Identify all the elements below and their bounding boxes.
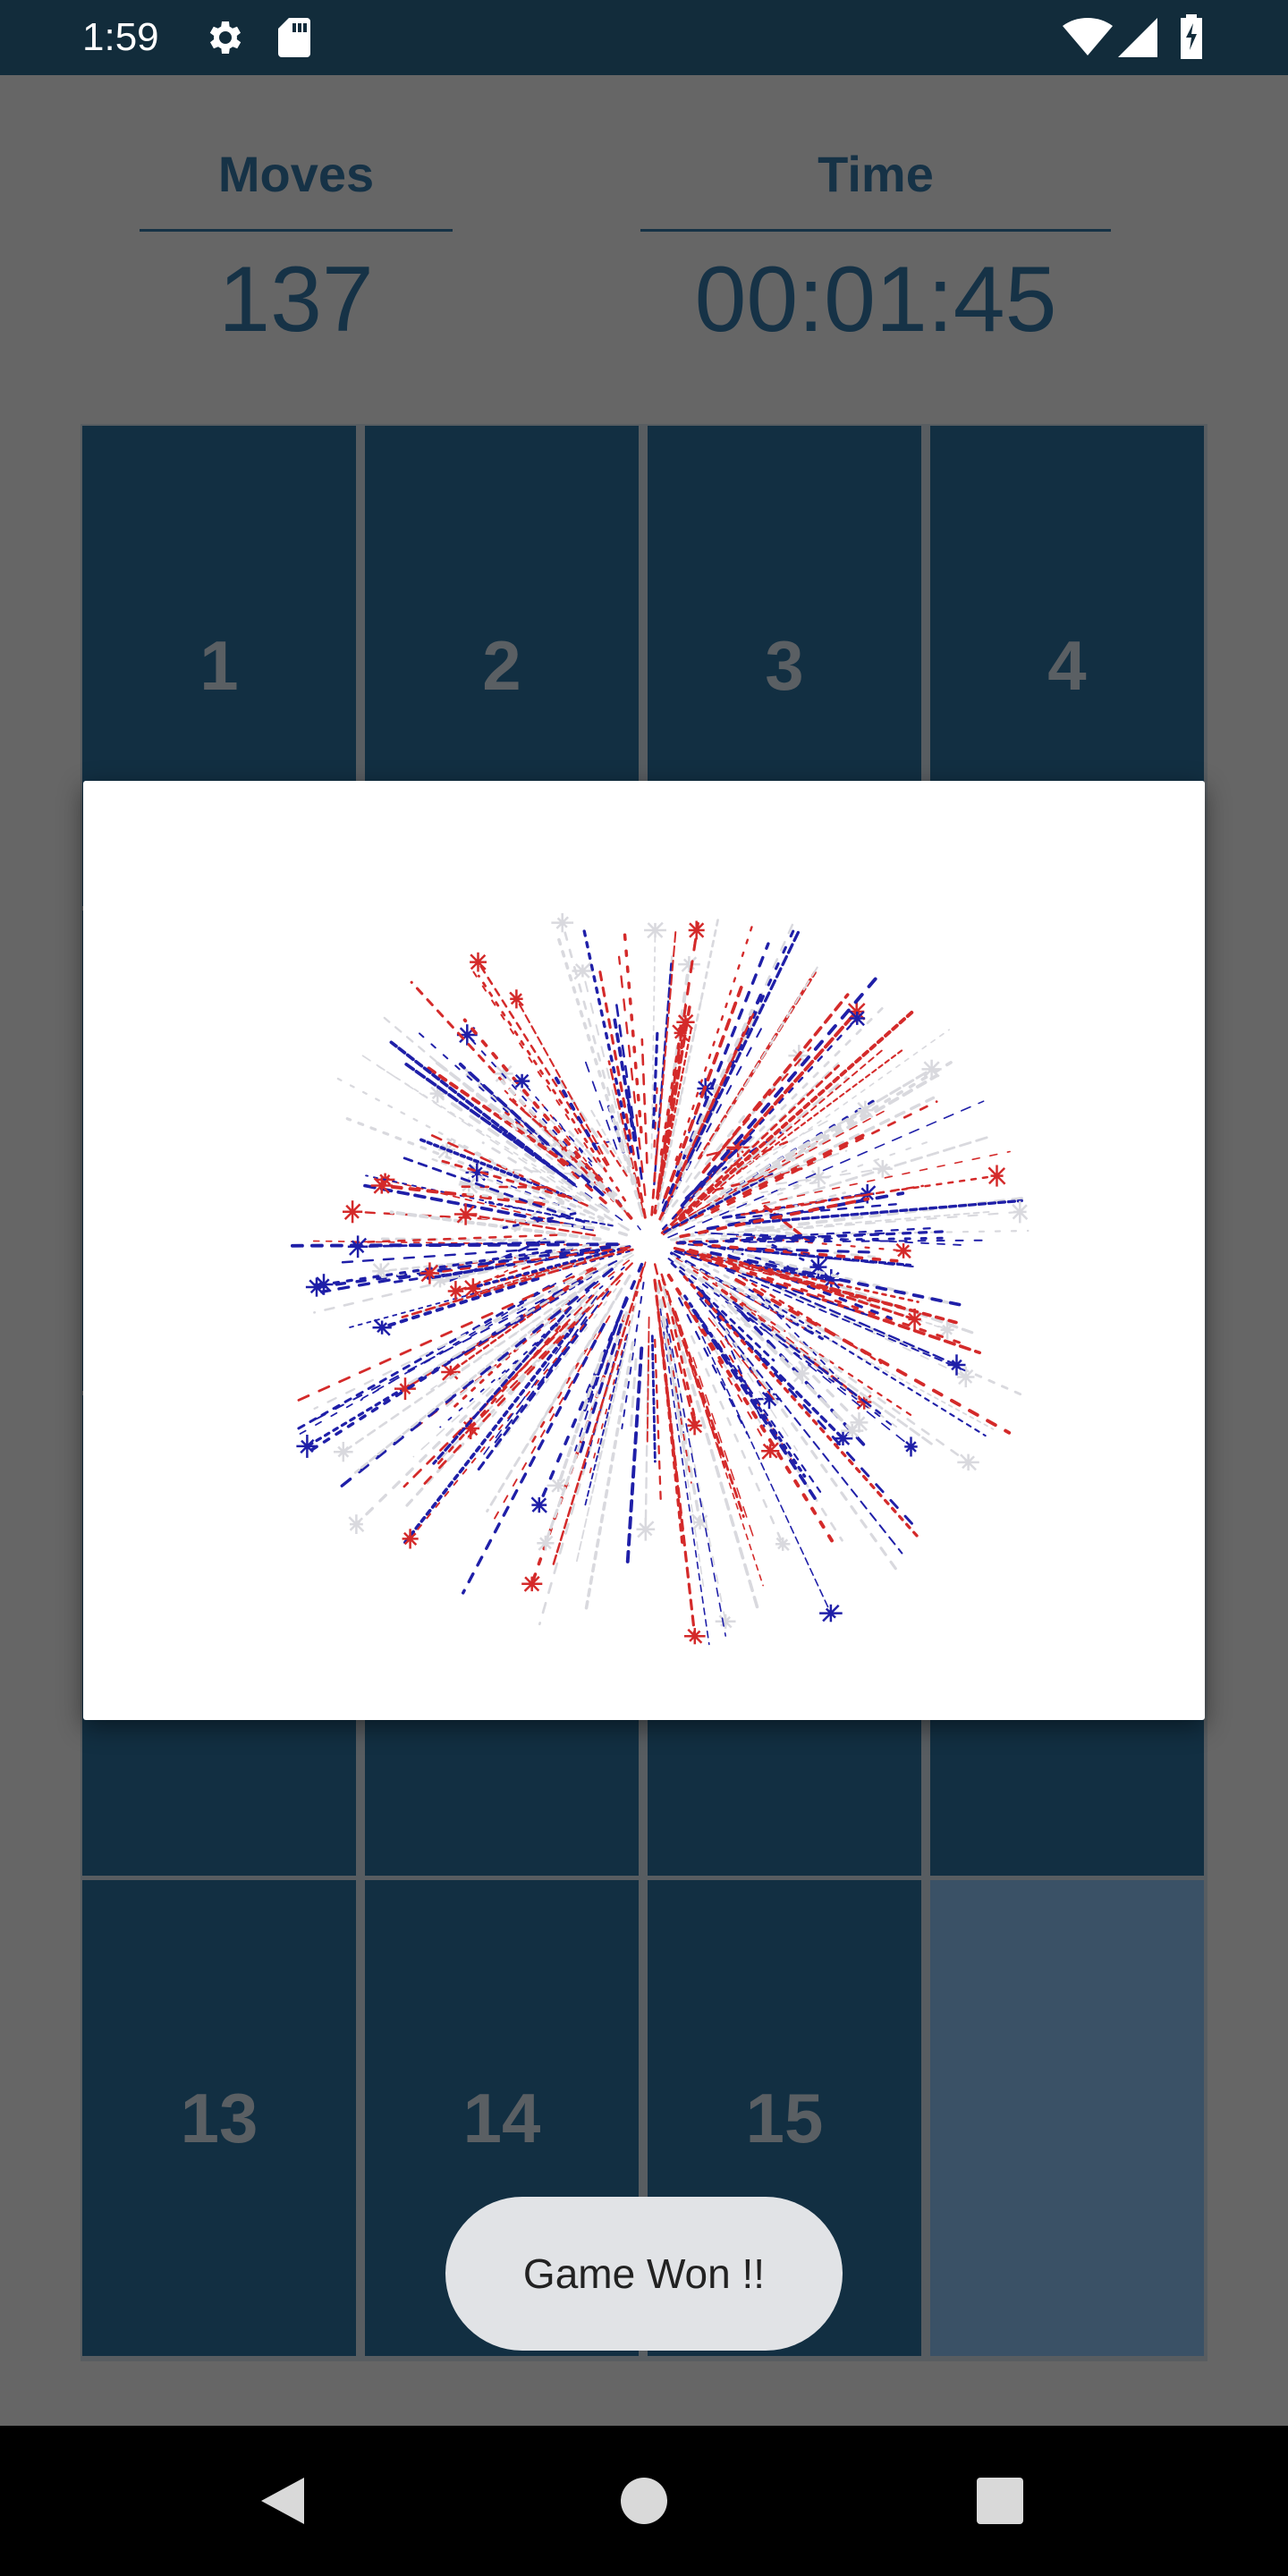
- firework-spark: [334, 1442, 353, 1462]
- firework-spark: [849, 1010, 866, 1027]
- moves-label: Moves: [217, 146, 375, 202]
- firework-streak: [646, 1316, 650, 1443]
- firework-spark: [678, 956, 700, 973]
- firework-streak: [335, 1267, 614, 1492]
- time-underline: [640, 229, 1111, 232]
- firework-spark: [761, 1442, 780, 1460]
- firework-spark: [372, 1318, 392, 1336]
- firework-spark: [343, 1200, 363, 1224]
- firework-spark: [688, 920, 705, 940]
- firework-spark: [513, 1073, 530, 1089]
- firework-streak: [640, 1038, 648, 1165]
- firework-streak: [380, 1237, 567, 1242]
- firework-spark: [775, 1537, 791, 1551]
- firework-spark: [819, 1604, 843, 1623]
- firework-spark: [537, 1535, 555, 1551]
- firework-spark: [687, 1416, 703, 1436]
- status-time: 1:59: [82, 15, 159, 59]
- firework-spark: [957, 1453, 979, 1471]
- wifi-icon: [1063, 18, 1113, 55]
- status-bar: 1:59: [0, 0, 1288, 75]
- firework-streak: [597, 966, 647, 1219]
- firework-spark: [895, 1242, 911, 1259]
- fireworks-image: [284, 912, 1030, 1646]
- firework-spark: [1012, 1200, 1029, 1224]
- firework-streak: [354, 1295, 589, 1526]
- firework-burst: [284, 912, 1030, 1646]
- back-icon[interactable]: [258, 2474, 308, 2528]
- tile-13[interactable]: 13: [82, 1880, 356, 2356]
- firework-streak: [353, 1279, 595, 1474]
- signal-icon: [1118, 18, 1157, 57]
- moves-underline: [140, 229, 453, 232]
- firework-spark: [348, 1514, 365, 1534]
- navigation-bar: [0, 2426, 1288, 2576]
- sd-card-icon: [278, 18, 310, 57]
- time-value: 00:01:45: [694, 248, 1057, 352]
- firework-streak: [674, 1258, 934, 1446]
- firework-streak: [577, 1323, 623, 1458]
- firework-spark: [521, 1575, 543, 1592]
- moves-value: 137: [218, 248, 374, 352]
- firework-streak: [701, 1335, 832, 1614]
- firework-spark: [921, 1059, 942, 1080]
- firework-streak: [748, 1239, 986, 1243]
- firework-spark: [715, 1614, 736, 1629]
- firework-spark: [957, 1366, 975, 1388]
- firework-streak: [651, 1028, 659, 1129]
- home-icon[interactable]: [619, 2476, 669, 2526]
- time-label: Time: [818, 146, 934, 202]
- game-won-toast: Game Won !!: [445, 2197, 843, 2351]
- win-dialog[interactable]: [83, 781, 1205, 1720]
- firework-spark: [758, 1389, 781, 1410]
- firework-spark: [636, 1518, 656, 1541]
- firework-streak: [734, 1277, 1012, 1435]
- firework-spark: [551, 912, 574, 933]
- firework-streak: [582, 928, 633, 1154]
- firework-spark: [644, 921, 666, 939]
- firework-spark: [676, 1013, 695, 1030]
- firework-spark: [402, 1529, 419, 1549]
- firework-streak: [284, 1242, 619, 1248]
- battery-charging-icon: [1181, 14, 1202, 59]
- firework-spark: [987, 1165, 1006, 1187]
- firework-spark: [470, 952, 487, 972]
- settings-icon: [209, 21, 242, 54]
- firework-spark: [684, 1628, 706, 1645]
- firework-spark: [347, 1235, 369, 1258]
- firework-spark: [530, 1496, 547, 1513]
- recents-icon[interactable]: [977, 2478, 1023, 2524]
- firework-spark: [904, 1436, 918, 1457]
- empty-tile[interactable]: [930, 1880, 1204, 2356]
- firework-streak: [682, 1275, 920, 1539]
- firework-spark: [872, 1159, 893, 1178]
- firework-streak: [654, 1338, 662, 1502]
- firework-streak: [303, 1291, 560, 1456]
